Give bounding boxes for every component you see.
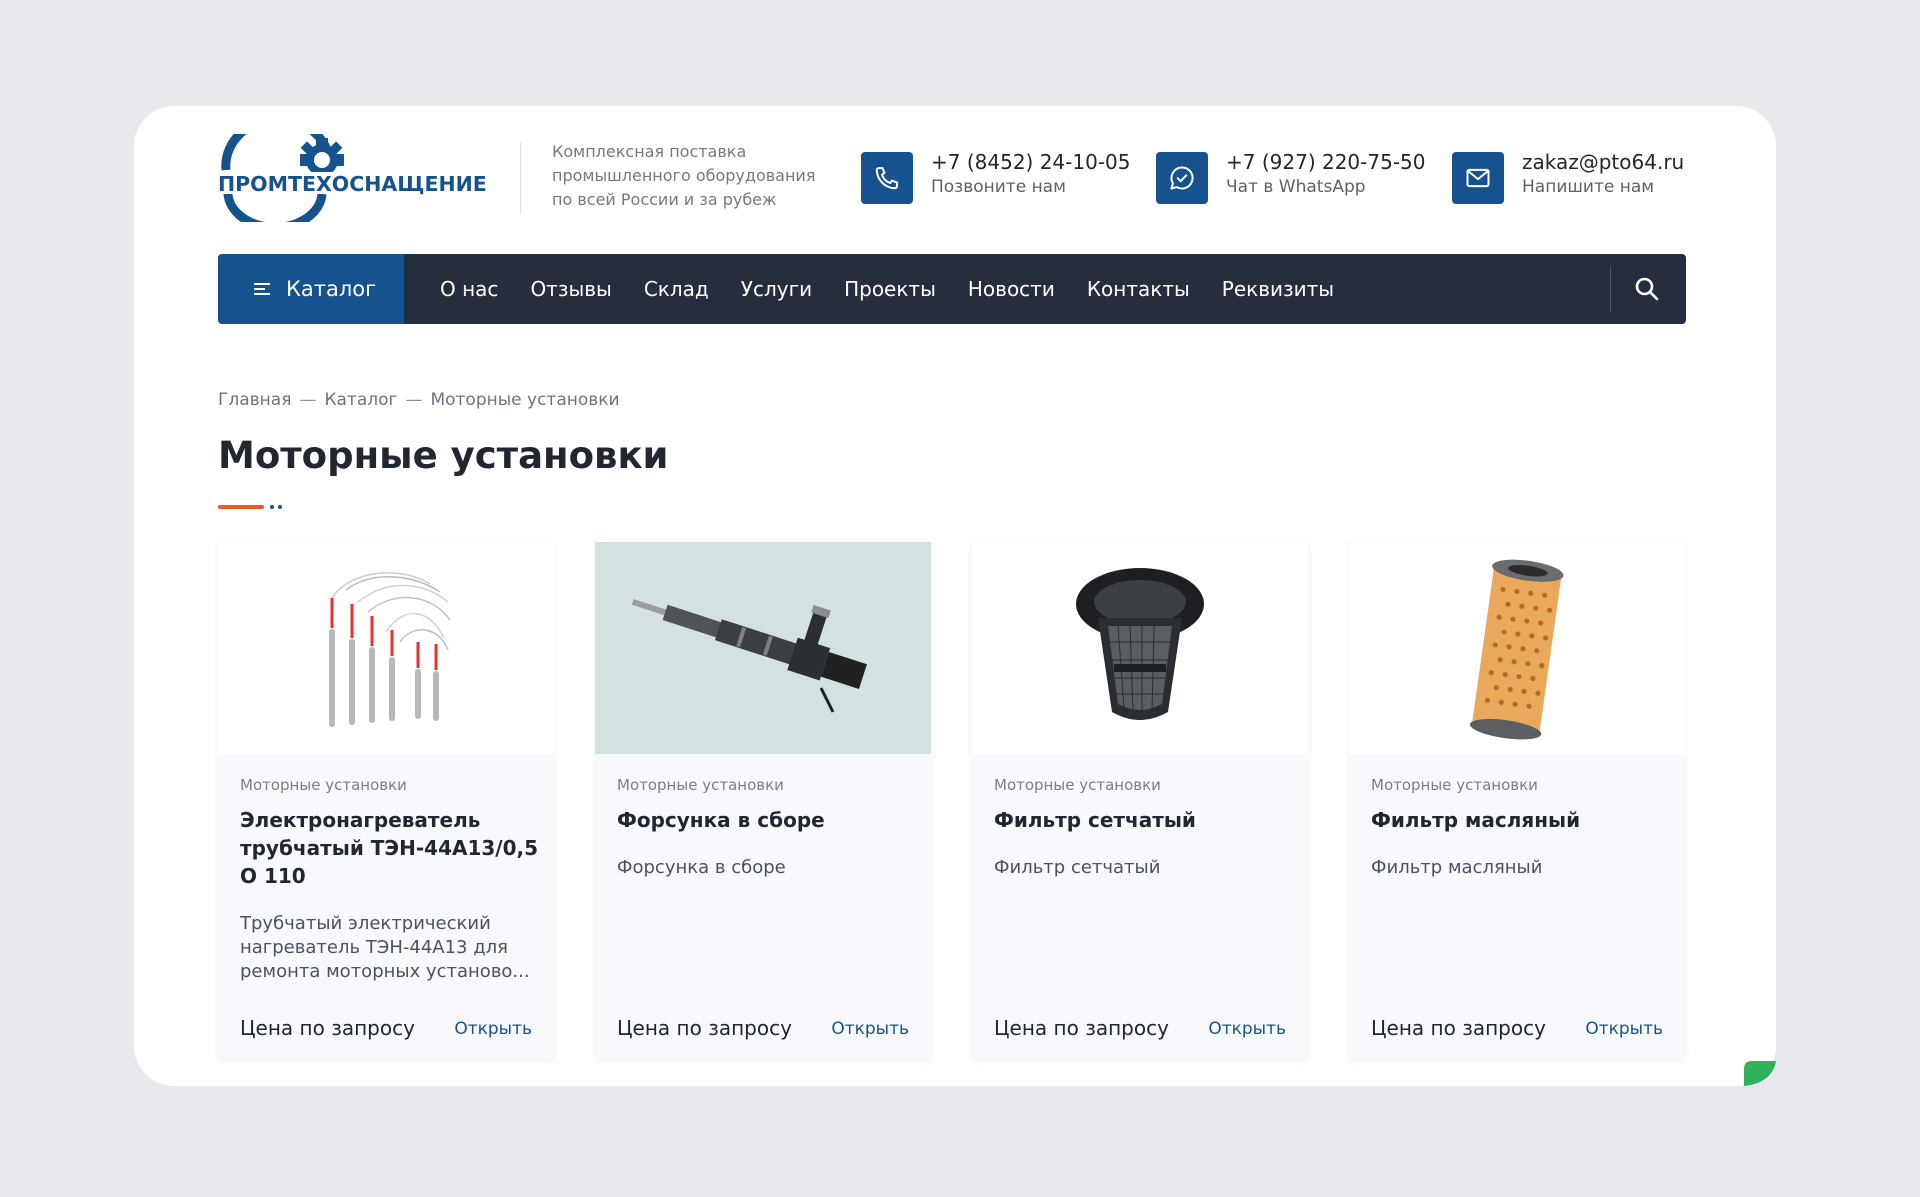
product-description: Форсунка в сборе	[617, 857, 786, 878]
whatsapp-number[interactable]: +7 (927) 220-75-50	[1226, 150, 1425, 174]
search-icon[interactable]	[1632, 274, 1662, 304]
nav-link-services[interactable]: Услуги	[741, 277, 812, 301]
product-name[interactable]: Электронагреватель трубчатый ТЭН-44А13/0…	[240, 806, 540, 890]
company-tagline: Комплексная поставка промышленного обору…	[552, 140, 842, 212]
nav-links: О нас Отзывы Склад Услуги Проекты Новост…	[440, 254, 1366, 324]
product-card[interactable]: Моторные установки Фильтр сетчатый Фильт…	[972, 542, 1308, 1059]
heating-element-icon	[329, 572, 451, 727]
product-image[interactable]	[595, 542, 931, 754]
product-description: Трубчатый электрический нагреватель ТЭН-…	[240, 913, 530, 982]
product-card[interactable]: Моторные установки Фильтр масляный Фильт…	[1349, 542, 1685, 1059]
contact-phone[interactable]: +7 (8452) 24-10-05 Позвоните нам	[861, 150, 1130, 204]
product-price: Цена по запросу	[240, 1016, 415, 1040]
product-price: Цена по запросу	[1371, 1016, 1546, 1040]
product-grid: Моторные установки Электронагреватель тр…	[218, 542, 1686, 1062]
page-content: ПРОМТЕХОСНАЩЕНИЕ Комплексная поставка пр…	[218, 106, 1686, 1086]
header-divider	[520, 142, 521, 214]
nav-link-news[interactable]: Новости	[968, 277, 1055, 301]
whatsapp-icon	[1156, 152, 1208, 204]
tagline-line: Комплексная поставка	[552, 142, 747, 161]
product-image[interactable]	[218, 542, 554, 754]
mail-icon	[1452, 152, 1504, 204]
product-image[interactable]	[1349, 542, 1685, 754]
product-card[interactable]: Моторные установки Электронагреватель тр…	[218, 542, 554, 1059]
catalog-button[interactable]: Каталог	[218, 254, 404, 324]
product-description: Фильтр сетчатый	[994, 857, 1161, 878]
injector-icon	[595, 542, 931, 754]
breadcrumb: Главная — Каталог — Моторные установки	[218, 390, 628, 410]
product-name[interactable]: Фильтр сетчатый	[994, 806, 1294, 834]
nav-link-requisites[interactable]: Реквизиты	[1222, 277, 1334, 301]
open-product-link[interactable]: Открыть	[1208, 1019, 1286, 1039]
tagline-line: промышленного оборудования	[552, 166, 816, 185]
nav-link-reviews[interactable]: Отзывы	[530, 277, 611, 301]
browser-page: ПРОМТЕХОСНАЩЕНИЕ Комплексная поставка пр…	[134, 106, 1776, 1086]
whatsapp-caption: Чат в WhatsApp	[1226, 177, 1366, 197]
product-category: Моторные установки	[994, 776, 1161, 794]
logo-gear-icon: ПРОМТЕХОСНАЩЕНИЕ	[218, 134, 508, 222]
tagline-line: по всей России и за рубеж	[552, 190, 777, 209]
nav-link-about[interactable]: О нас	[440, 277, 498, 301]
open-product-link[interactable]: Открыть	[1585, 1019, 1663, 1039]
catalog-label: Каталог	[286, 277, 377, 301]
menu-icon	[254, 282, 270, 296]
oil-filter-icon	[1469, 559, 1564, 740]
contact-whatsapp[interactable]: +7 (927) 220-75-50 Чат в WhatsApp	[1156, 150, 1425, 204]
product-price: Цена по запросу	[617, 1016, 792, 1040]
page-title: Моторные установки	[218, 434, 669, 477]
svg-text:ПРОМТЕХОСНАЩЕНИЕ: ПРОМТЕХОСНАЩЕНИЕ	[218, 172, 487, 196]
title-underline	[218, 504, 288, 510]
logo[interactable]: ПРОМТЕХОСНАЩЕНИЕ	[218, 134, 508, 222]
breadcrumb-catalog[interactable]: Каталог	[324, 390, 397, 410]
breadcrumb-current: Моторные установки	[430, 390, 620, 410]
nav-divider	[1610, 266, 1611, 312]
nav-link-contacts[interactable]: Контакты	[1087, 277, 1190, 301]
nav-link-warehouse[interactable]: Склад	[644, 277, 709, 301]
phone-icon	[861, 152, 913, 204]
breadcrumb-home[interactable]: Главная	[218, 390, 291, 410]
open-product-link[interactable]: Открыть	[831, 1019, 909, 1039]
email-caption: Напишите нам	[1522, 177, 1655, 197]
product-description: Фильтр масляный	[1371, 857, 1543, 878]
main-navigation: Каталог О нас Отзывы Склад Услуги Проект…	[218, 254, 1686, 324]
email-address[interactable]: zakaz@pto64.ru	[1522, 150, 1684, 174]
breadcrumb-separator: —	[299, 390, 317, 410]
site-header: ПРОМТЕХОСНАЩЕНИЕ Комплексная поставка пр…	[218, 126, 1686, 226]
phone-number[interactable]: +7 (8452) 24-10-05	[931, 150, 1130, 174]
product-category: Моторные установки	[240, 776, 407, 794]
product-card[interactable]: Моторные установки Форсунка в сборе Форс…	[595, 542, 931, 1059]
mesh-filter-icon	[1076, 568, 1204, 720]
product-category: Моторные установки	[617, 776, 784, 794]
product-name[interactable]: Форсунка в сборе	[617, 806, 917, 834]
open-product-link[interactable]: Открыть	[454, 1019, 532, 1039]
breadcrumb-separator: —	[405, 390, 423, 410]
product-name[interactable]: Фильтр масляный	[1371, 806, 1671, 834]
product-category: Моторные установки	[1371, 776, 1538, 794]
product-price: Цена по запросу	[994, 1016, 1169, 1040]
contact-email[interactable]: zakaz@pto64.ru Напишите нам	[1452, 150, 1692, 204]
nav-link-projects[interactable]: Проекты	[844, 277, 936, 301]
product-image[interactable]	[972, 542, 1308, 754]
phone-caption: Позвоните нам	[931, 177, 1066, 197]
chat-widget-icon[interactable]	[1744, 1061, 1776, 1086]
